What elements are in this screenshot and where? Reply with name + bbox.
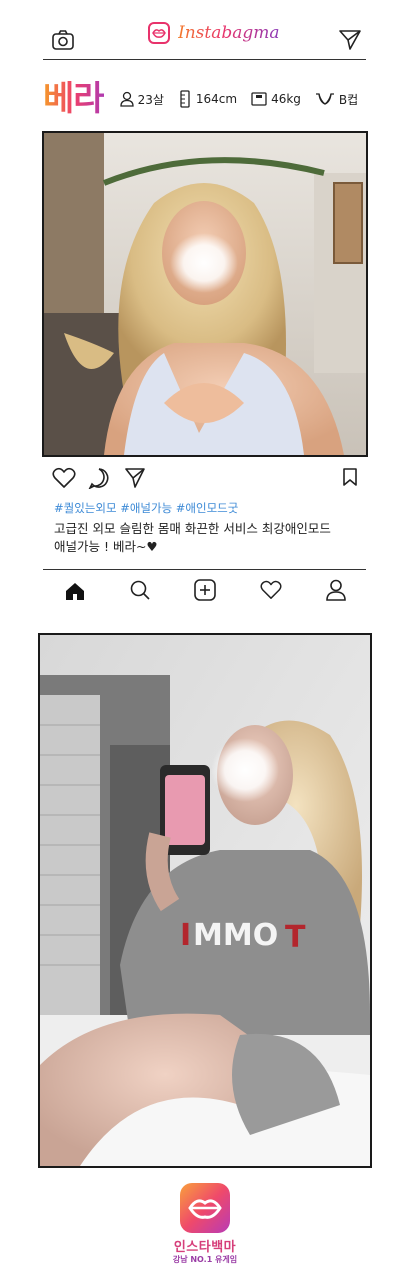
header-divider (43, 59, 366, 60)
weight-stat: 46kg (251, 92, 301, 106)
footer-subtitle: 강남 NO.1 유게임 (172, 1255, 238, 1264)
profile-icon[interactable] (326, 579, 346, 601)
brand-logo[interactable]: Instabagma (148, 20, 280, 46)
post-actions (52, 467, 362, 491)
lips-logo-icon (148, 22, 170, 44)
svg-text:I: I (180, 918, 191, 953)
scale-icon (251, 92, 267, 106)
height-ruler-icon (180, 90, 190, 108)
cup-value: B컵 (338, 92, 359, 107)
height-stat: 164cm (178, 90, 237, 108)
footer-logo[interactable] (180, 1183, 230, 1233)
post-caption: 고급진 외모 슬림한 몸매 화끈한 서비스 최강애인모드 애널가능 ! 베라~♥ (54, 520, 384, 556)
mirror-selfie-image: I MMO T (40, 635, 370, 1166)
search-icon[interactable] (130, 580, 150, 600)
bookmark-icon[interactable] (342, 467, 358, 487)
home-icon[interactable] (65, 582, 85, 601)
caption-line-2: 애널가능 ! 베라~♥ (54, 539, 158, 554)
app-name: Instabagma (178, 23, 280, 43)
caption-line-1: 고급진 외모 슬림한 몸매 화끈한 서비스 최강애인모드 (54, 521, 331, 536)
lips-icon (188, 1199, 222, 1219)
add-post-icon[interactable] (194, 579, 216, 601)
top-bar: Instabagma (0, 0, 410, 60)
heart-icon[interactable] (52, 467, 76, 489)
age-value: 23살 (137, 92, 164, 107)
weight-value: 46kg (271, 92, 301, 106)
comment-icon[interactable] (88, 467, 110, 489)
bottom-nav (43, 578, 366, 604)
post-hashtags[interactable]: #퀄있는외모 #애널가능 #애인모드굿 (54, 500, 238, 516)
cup-stat: B컵 (315, 91, 358, 108)
heart-nav-icon[interactable] (260, 580, 282, 600)
share-icon[interactable] (124, 467, 146, 489)
profile-photo-image (44, 133, 366, 455)
second-photo[interactable]: I MMO T (38, 633, 372, 1168)
profile-row: 베라 23살 164cm 46kg B컵 (43, 76, 383, 122)
bra-icon (315, 93, 334, 105)
footer-title: 인스타백마 (173, 1240, 237, 1255)
post-photo[interactable] (42, 131, 368, 457)
svg-text:T: T (285, 920, 306, 955)
profile-name: 베라 (43, 76, 105, 122)
nav-divider (43, 569, 366, 570)
svg-text:MMO: MMO (193, 918, 278, 953)
camera-icon[interactable] (52, 30, 74, 50)
person-icon (119, 91, 134, 107)
height-value: 164cm (195, 92, 238, 106)
age-stat: 23살 (119, 91, 164, 108)
paper-plane-icon[interactable] (338, 29, 362, 51)
